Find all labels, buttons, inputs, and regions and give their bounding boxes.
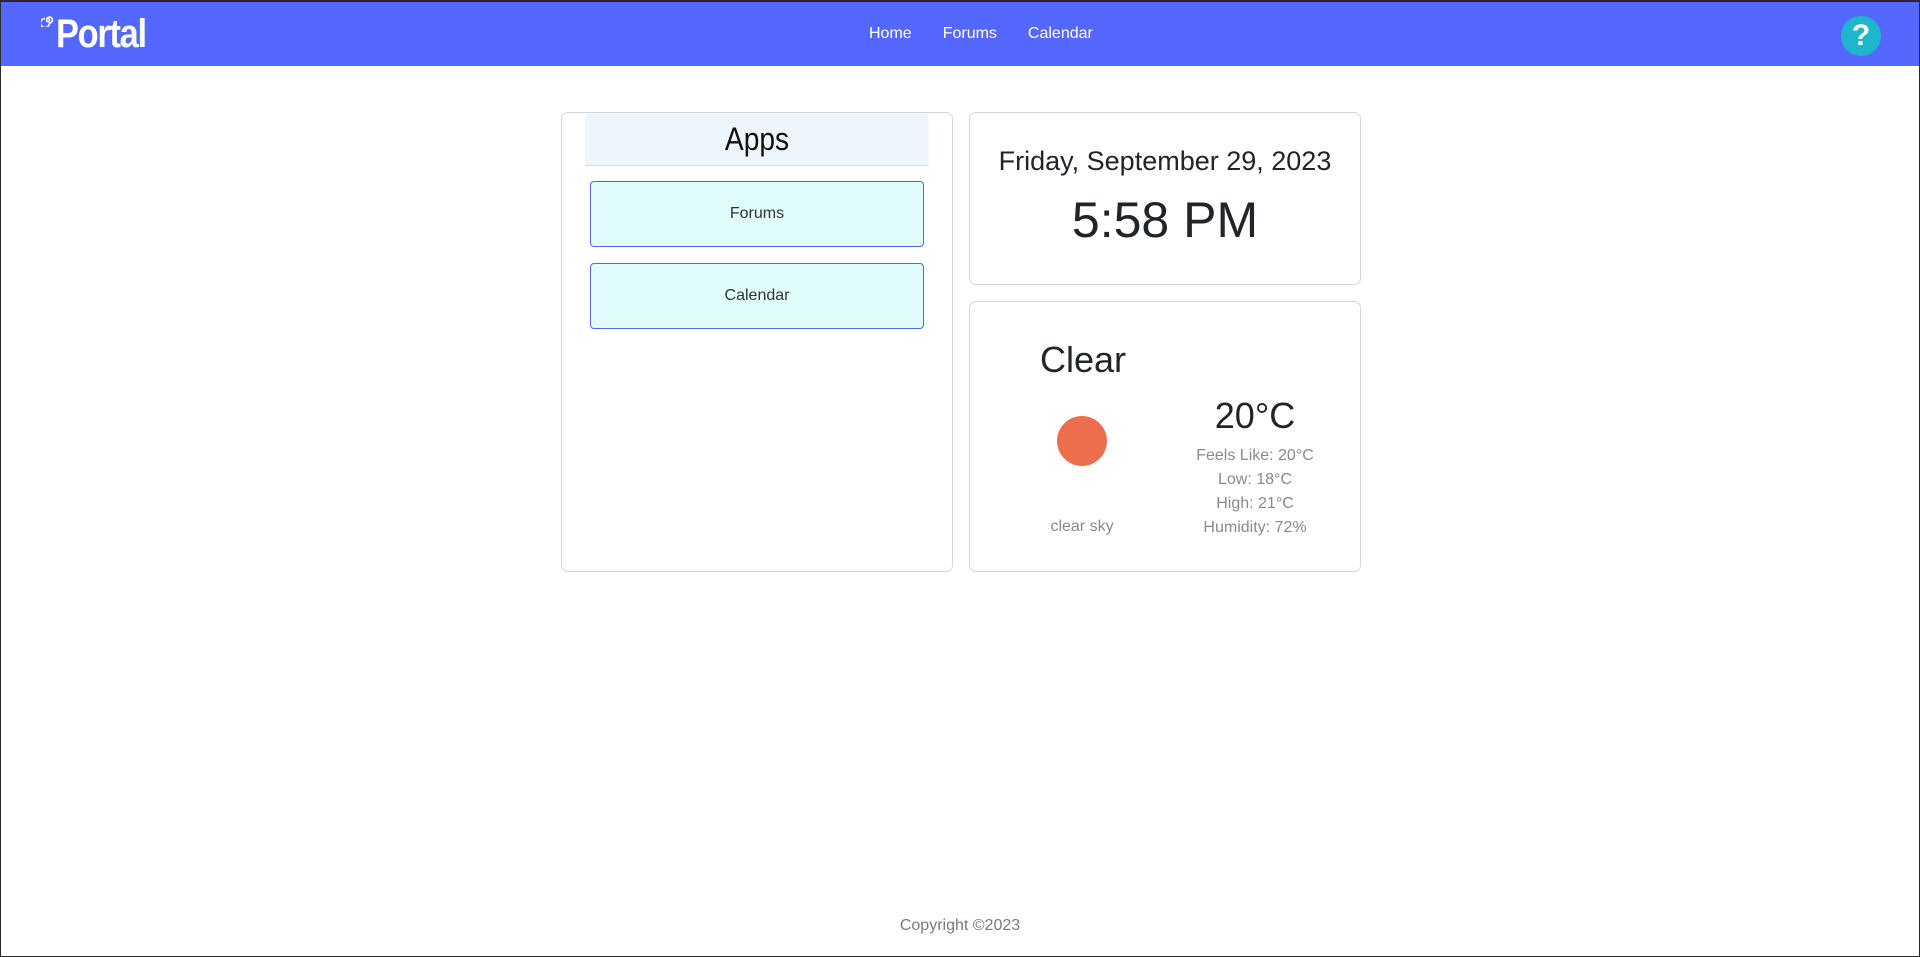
- datetime-card: Friday, September 29, 2023 5:58 PM: [969, 112, 1361, 285]
- feels-like: Feels Like: 20°C: [1196, 447, 1314, 464]
- weather-card: Clear clear sky 20°C Feels Like: 20°C Lo…: [969, 301, 1361, 572]
- weather-description: clear sky: [1050, 518, 1114, 535]
- apps-card: Apps Forums Calendar: [561, 112, 953, 572]
- current-date: Friday, September 29, 2023: [998, 146, 1332, 176]
- brand-logo[interactable]: Portal: [41, 8, 160, 60]
- top-navbar: Portal Home Forums Calendar ?: [1, 1, 1919, 66]
- brand-text: Portal: [56, 12, 147, 56]
- nav-link-home[interactable]: Home: [869, 24, 912, 44]
- footer-copyright: Copyright ©2023: [899, 917, 1021, 934]
- temperature: 20°C: [1214, 395, 1296, 436]
- current-time: 5:58 PM: [1071, 192, 1259, 248]
- app-button-forums[interactable]: Forums: [590, 181, 924, 247]
- swirl-logo-icon: [41, 16, 54, 27]
- apps-card-title: Apps: [585, 113, 929, 166]
- nav-link-calendar[interactable]: Calendar: [1028, 24, 1093, 44]
- sun-icon: [1057, 416, 1107, 466]
- nav-link-forums[interactable]: Forums: [943, 24, 997, 44]
- nav-links: Home Forums Calendar: [869, 2, 1124, 66]
- question-mark-icon: ?: [1851, 19, 1871, 52]
- high-temp: High: 21°C: [1216, 495, 1294, 512]
- low-temp: Low: 18°C: [1218, 471, 1292, 488]
- humidity: Humidity: 72%: [1203, 519, 1307, 536]
- app-button-calendar[interactable]: Calendar: [590, 263, 924, 329]
- weather-condition: Clear: [1040, 339, 1127, 380]
- help-button[interactable]: ?: [1841, 16, 1881, 56]
